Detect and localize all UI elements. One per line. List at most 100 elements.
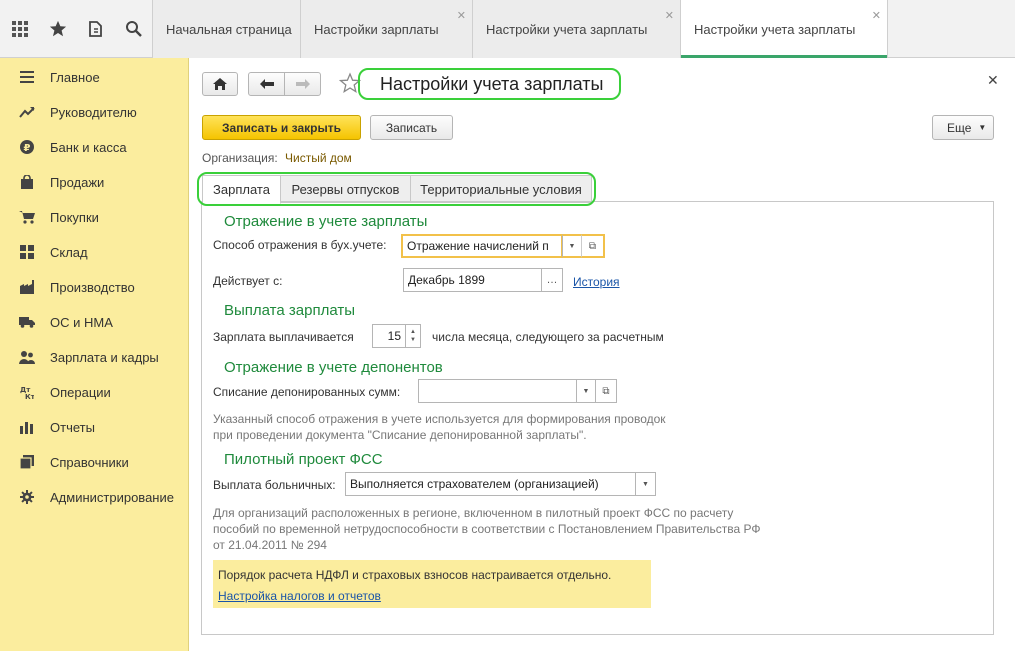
paid-label: Зарплата выплачивается (213, 330, 354, 344)
fss-note-line-2: пособий по временной нетрудоспособности … (213, 522, 761, 536)
sidebar-item-label: Администрирование (50, 489, 174, 505)
people-icon (0, 350, 50, 364)
writeoff-input[interactable] (418, 379, 577, 403)
org-value: Чистый дом (285, 151, 352, 165)
close-form-icon[interactable]: ✕ (987, 72, 999, 89)
svg-text:Кт: Кт (25, 393, 34, 399)
bar-chart-icon (0, 420, 50, 434)
home-icon (213, 78, 227, 90)
paid-day-stepper[interactable]: ▲ ▼ (405, 324, 421, 348)
effective-label: Действует с: (213, 274, 283, 288)
sidebar-item-bank[interactable]: ₽ Банк и касса (0, 135, 189, 159)
gear-icon (0, 490, 50, 504)
method-label: Способ отражения в бух.учете: (213, 238, 387, 252)
back-button[interactable] (248, 72, 285, 96)
writeoff-dropdown-button[interactable]: ▼ (576, 379, 596, 403)
top-bar: Начальная страница Настройки зарплаты ✕ Н… (0, 0, 1015, 58)
sidebar-item-manager[interactable]: Руководителю (0, 100, 189, 124)
effective-select-button[interactable]: … (541, 268, 563, 292)
search-button[interactable] (116, 0, 152, 58)
method-open-button[interactable]: ⧉ (581, 234, 605, 258)
save-button[interactable]: Записать (370, 115, 453, 140)
forward-button[interactable] (284, 72, 321, 96)
open-window-icon: ⧉ (602, 385, 610, 397)
sidebar-item-sales[interactable]: Продажи (0, 170, 189, 194)
method-input[interactable]: Отражение начислений п (401, 234, 563, 258)
search-icon (126, 21, 142, 37)
debit-credit-icon: Дт Кт (0, 385, 50, 399)
paid-day-input[interactable]: 15 (372, 324, 406, 348)
truck-icon (0, 316, 50, 328)
form-area: Настройки учета зарплаты ✕ Записать и за… (190, 58, 1015, 651)
tab-home[interactable]: Начальная страница (152, 0, 300, 58)
effective-input[interactable]: Декабрь 1899 (403, 268, 542, 292)
sidebar-item-label: Отчеты (50, 419, 95, 435)
tab-label: Настройки учета зарплаты (694, 21, 856, 37)
paid-suffix: числа месяца, следующего за расчетным (432, 330, 664, 344)
history-icon (89, 21, 102, 37)
tab-label: Начальная страница (166, 21, 292, 37)
sidebar-item-label: Покупки (50, 209, 99, 225)
chevron-down-icon: ▼ (582, 387, 590, 395)
open-window-icon: ⧉ (588, 240, 597, 252)
favorites-button[interactable] (40, 0, 76, 58)
sidebar-item-label: Банк и касса (50, 139, 127, 155)
deponent-note-line-2: при проведении документа "Списание депон… (213, 428, 587, 442)
sidebar-item-main[interactable]: Главное (0, 65, 189, 89)
sidebar-item-production[interactable]: Производство (0, 275, 189, 299)
sidebar-item-catalogs[interactable]: Справочники (0, 450, 189, 474)
page-title: Настройки учета зарплаты (380, 74, 604, 94)
tab-salary-accounting-settings-active[interactable]: Настройки учета зарплаты ✕ (680, 0, 888, 58)
apps-grid-button[interactable] (2, 0, 38, 58)
close-icon[interactable]: ✕ (665, 11, 674, 22)
home-button[interactable] (202, 72, 238, 96)
sidebar: Главное Руководителю ₽ Банк и касса Прод… (0, 58, 189, 651)
close-icon[interactable]: ✕ (872, 11, 881, 22)
org-label: Организация: (202, 151, 278, 165)
sidebar-item-label: Продажи (50, 174, 105, 190)
section-accounting-title: Отражение в учете зарплаты (224, 213, 428, 230)
sidebar-item-label: Операции (50, 384, 111, 400)
tab-panel: Отражение в учете зарплаты Способ отраже… (201, 201, 994, 635)
fss-note-line-1: Для организаций расположенных в регионе,… (213, 506, 734, 520)
sidebar-item-label: ОС и НМА (50, 314, 113, 330)
save-and-close-button[interactable]: Записать и закрыть (202, 115, 361, 140)
tab-salary-settings[interactable]: Настройки зарплаты ✕ (300, 0, 472, 58)
history-link[interactable]: История (573, 275, 620, 289)
shopping-bag-icon (0, 175, 50, 189)
writeoff-open-button[interactable]: ⧉ (595, 379, 617, 403)
history-button[interactable] (78, 0, 114, 58)
sidebar-item-administration[interactable]: Администрирование (0, 485, 189, 509)
menu-lines-icon (0, 71, 50, 83)
top-icons (0, 0, 152, 58)
sidebar-item-label: Справочники (50, 454, 129, 470)
tab-salary-accounting-settings[interactable]: Настройки учета зарплаты ✕ (472, 0, 680, 58)
star-icon (49, 20, 67, 37)
method-dropdown-button[interactable]: ▼ (562, 234, 582, 258)
tab-label: Настройки зарплаты (314, 21, 439, 37)
window-tabs: Начальная страница Настройки зарплаты ✕ Н… (152, 0, 888, 58)
sick-dropdown-button[interactable]: ▼ (635, 472, 656, 496)
sidebar-item-purchases[interactable]: Покупки (0, 205, 189, 229)
sick-select[interactable]: Выполняется страхователем (организацией) (345, 472, 636, 496)
sidebar-item-warehouse[interactable]: Склад (0, 240, 189, 264)
warehouse-icon (0, 245, 50, 259)
section-fss-title: Пилотный проект ФСС (224, 451, 383, 468)
info-box: Порядок расчета НДФЛ и страховых взносов… (213, 560, 651, 608)
arrow-right-icon (295, 79, 310, 89)
chevron-down-icon: ▼ (642, 480, 649, 488)
tax-settings-link[interactable]: Настройка налогов и отчетов (218, 589, 381, 603)
sidebar-item-operations[interactable]: Дт Кт Операции (0, 380, 189, 404)
tab-label: Настройки учета зарплаты (486, 21, 648, 37)
sidebar-item-label: Главное (50, 69, 100, 85)
sidebar-item-label: Зарплата и кадры (50, 349, 159, 365)
sidebar-item-salary-hr[interactable]: Зарплата и кадры (0, 345, 189, 369)
ruble-coin-icon: ₽ (0, 140, 50, 154)
sidebar-item-label: Руководителю (50, 104, 137, 120)
sidebar-item-reports[interactable]: Отчеты (0, 415, 189, 439)
more-button[interactable]: Еще ▼ (932, 115, 994, 140)
section-deponents-title: Отражение в учете депонентов (224, 359, 443, 376)
sidebar-item-fixed-assets[interactable]: ОС и НМА (0, 310, 189, 334)
close-icon[interactable]: ✕ (457, 11, 466, 22)
ellipsis-icon: … (546, 274, 558, 286)
